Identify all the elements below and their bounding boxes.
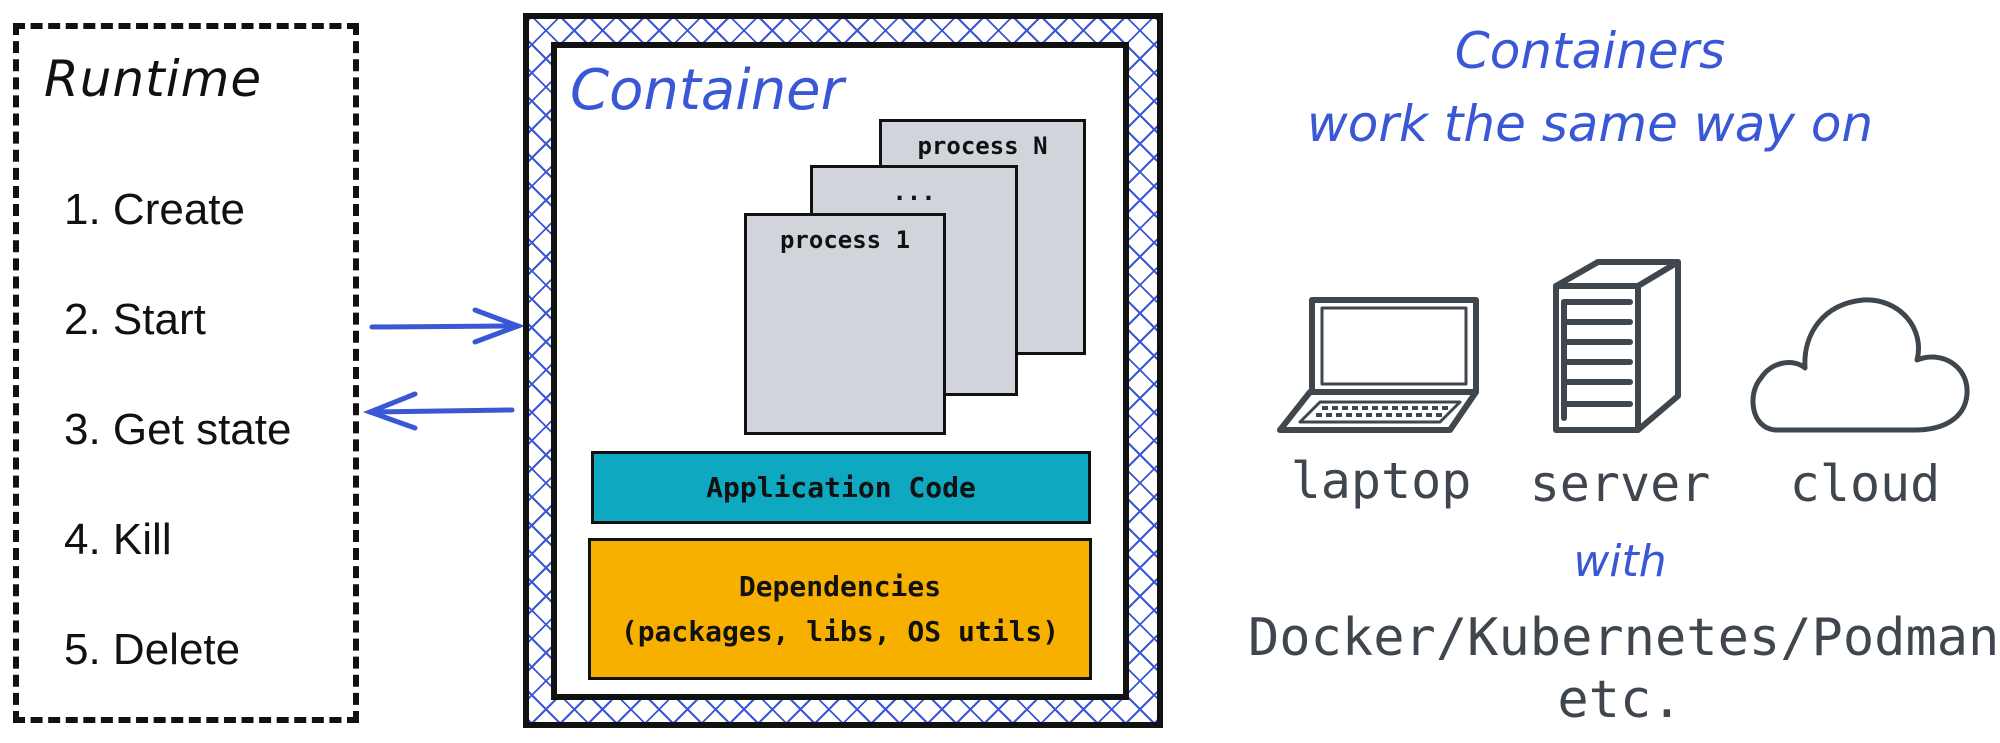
etc-label: etc. bbox=[1557, 670, 1683, 730]
platform-label-laptop: laptop bbox=[1290, 452, 1472, 510]
laptop-icon bbox=[1277, 297, 1479, 433]
arrow-left-icon bbox=[362, 391, 515, 431]
arrow-right-icon bbox=[369, 307, 526, 345]
dependencies-title: Dependencies bbox=[738, 570, 942, 603]
runtime-panel bbox=[13, 23, 359, 723]
runtime-step-delete: 5. Delete bbox=[64, 625, 241, 674]
process-label: process 1 bbox=[779, 226, 911, 254]
runtime-step-start: 2. Start bbox=[64, 295, 206, 344]
runtime-step-create: 1. Create bbox=[64, 185, 245, 234]
process-card-1: process 1 bbox=[744, 213, 946, 435]
dependencies-subtitle: (packages, libs, OS utils) bbox=[620, 615, 1060, 648]
platform-label-cloud: cloud bbox=[1789, 455, 1941, 513]
process-label: ... bbox=[892, 178, 936, 206]
application-code-layer: Application Code bbox=[591, 451, 1091, 524]
cloud-icon bbox=[1750, 297, 1970, 433]
process-label: process N bbox=[917, 132, 1048, 160]
arrows bbox=[362, 307, 526, 431]
container-title: Container bbox=[570, 58, 844, 123]
application-code-label: Application Code bbox=[706, 471, 976, 504]
with-label: with bbox=[1573, 536, 1667, 587]
heading-line-2: work the same way on bbox=[1306, 95, 1874, 153]
runtime-step-kill: 4. Kill bbox=[64, 515, 172, 564]
tools-label: Docker/Kubernetes/Podman bbox=[1248, 608, 2000, 668]
server-icon bbox=[1553, 259, 1681, 433]
heading-line-1: Containers bbox=[1454, 22, 1726, 80]
dependencies-layer: Dependencies (packages, libs, OS utils) bbox=[588, 538, 1092, 680]
runtime-title: Runtime bbox=[44, 50, 263, 108]
runtime-step-get-state: 3. Get state bbox=[64, 405, 292, 454]
platform-label-server: server bbox=[1529, 455, 1711, 513]
